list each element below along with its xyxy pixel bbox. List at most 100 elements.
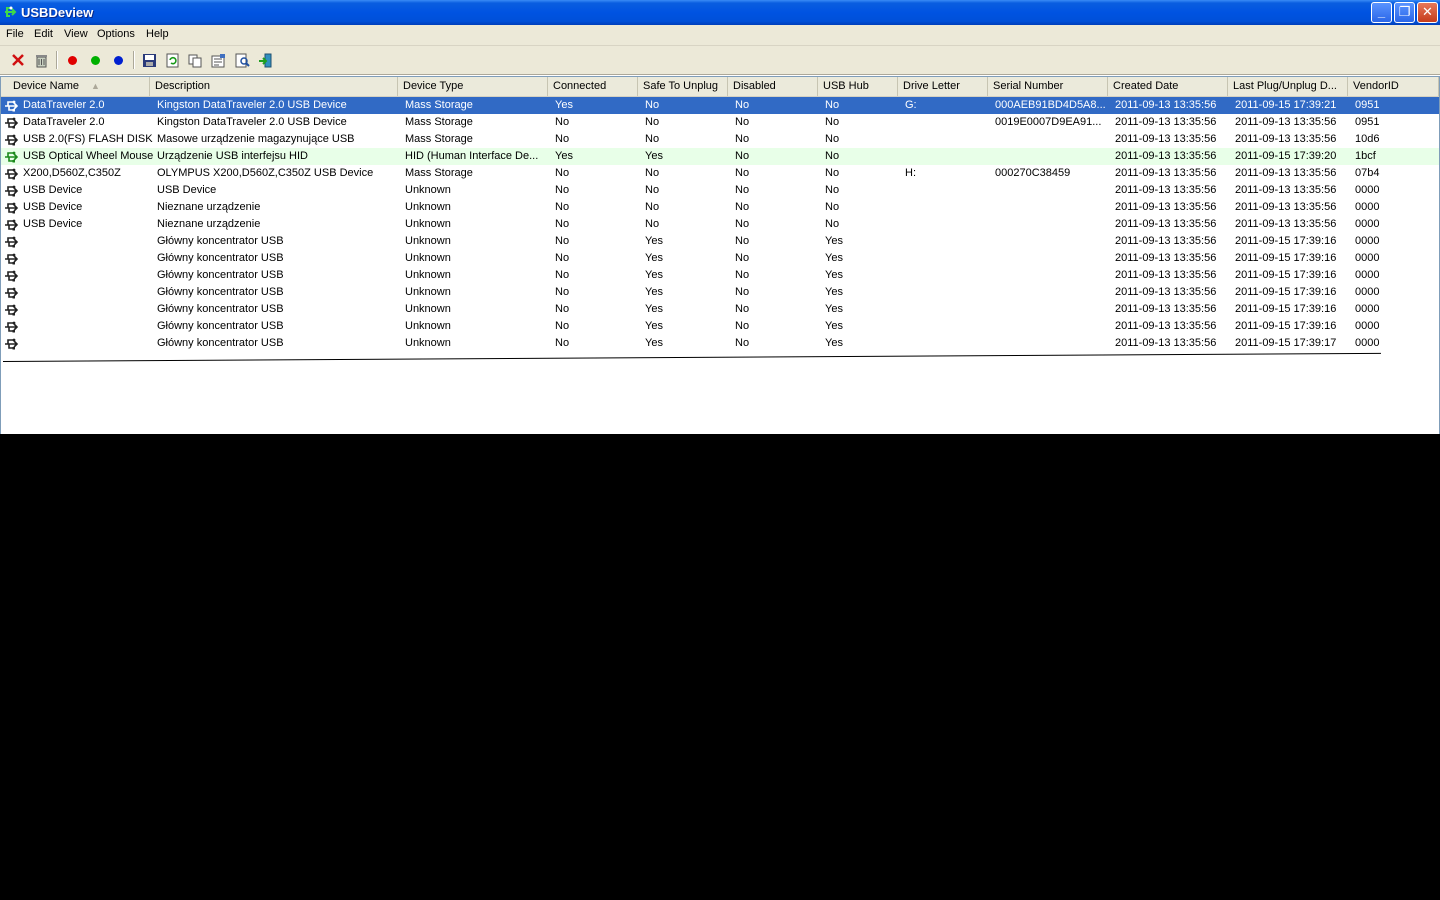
cell-created: 2011-09-13 13:35:56: [1115, 99, 1217, 111]
column-header-created-date[interactable]: Created Date: [1108, 77, 1228, 96]
table-row[interactable]: USB Device Nieznane urządzenie Unknown No No…: [1, 216, 1439, 233]
usb-device-icon: [5, 100, 19, 112]
cell-vendor: 0000: [1355, 235, 1380, 247]
table-row[interactable]: Główny koncentrator USB Unknown No Yes No Yes…: [1, 318, 1439, 335]
cell-drive: [905, 318, 990, 335]
cell-last: 2011-09-15 17:39:16: [1235, 269, 1337, 281]
table-row[interactable]: Główny koncentrator USB Unknown No Yes No Yes…: [1, 335, 1439, 352]
column-header-usb-hub[interactable]: USB Hub: [818, 77, 898, 96]
cell-desc: USB Device: [157, 184, 217, 196]
cell-desc: Kingston DataTraveler 2.0 USB Device: [157, 99, 347, 111]
cell-name: USB Device: [23, 218, 83, 230]
cell-name: [23, 233, 153, 250]
table-row[interactable]: Główny koncentrator USB Unknown No Yes No Yes…: [1, 267, 1439, 284]
cell-connected: No: [555, 252, 570, 264]
table-row[interactable]: Główny koncentrator USB Unknown No Yes No Yes…: [1, 233, 1439, 250]
cell-desc: Nieznane urządzenie: [157, 201, 261, 213]
cell-connected: No: [555, 116, 570, 128]
column-header-vendor-id[interactable]: VendorID: [1348, 77, 1439, 96]
column-header-device-name[interactable]: Device Name ▲: [8, 77, 150, 96]
cell-type: Mass Storage: [405, 116, 473, 128]
table-row[interactable]: USB Device Nieznane urządzenie Unknown No No…: [1, 199, 1439, 216]
cell-serial: [995, 148, 1105, 165]
menu-edit[interactable]: Edit: [34, 28, 53, 40]
cell-name: DataTraveler 2.0: [23, 116, 105, 128]
cell-serial: 000270C38459: [995, 167, 1071, 179]
list-header: Device Name ▲ Description Device Type Con…: [1, 77, 1439, 97]
menu-help[interactable]: Help: [146, 28, 169, 40]
reconnect-icon[interactable]: [109, 51, 127, 69]
cell-drive: [905, 114, 990, 131]
column-header-serial-number[interactable]: Serial Number: [988, 77, 1108, 96]
cell-desc: Główny koncentrator USB: [157, 286, 284, 298]
find-icon[interactable]: [233, 51, 251, 69]
cell-desc: Główny koncentrator USB: [157, 303, 284, 315]
cell-type: Unknown: [405, 235, 451, 247]
column-header-disabled[interactable]: Disabled: [728, 77, 818, 96]
cell-desc: Główny koncentrator USB: [157, 269, 284, 281]
sort-ascending-icon: ▲: [91, 81, 100, 91]
table-row[interactable]: Główny koncentrator USB Unknown No Yes No Yes…: [1, 284, 1439, 301]
cell-type: Unknown: [405, 218, 451, 230]
cell-serial: 0019E0007D9EA91...: [995, 116, 1102, 128]
copy-icon[interactable]: [186, 51, 204, 69]
table-row[interactable]: Główny koncentrator USB Unknown No Yes No Yes…: [1, 301, 1439, 318]
column-header-description[interactable]: Description: [150, 77, 398, 96]
cell-type: Mass Storage: [405, 99, 473, 111]
connect-icon[interactable]: [86, 51, 104, 69]
usb-device-icon: [5, 236, 19, 248]
toolbar-separator: [56, 51, 58, 69]
column-header-connected[interactable]: Connected: [548, 77, 638, 96]
cell-desc: Główny koncentrator USB: [157, 235, 284, 247]
table-row[interactable]: DataTraveler 2.0 Kingston DataTraveler 2.…: [1, 97, 1439, 114]
column-header-safe-to-unplug[interactable]: Safe To Unplug: [638, 77, 728, 96]
cell-desc: OLYMPUS X200,D560Z,C350Z USB Device: [157, 167, 374, 179]
table-row[interactable]: Główny koncentrator USB Unknown No Yes No Yes…: [1, 250, 1439, 267]
cell-serial: [995, 250, 1105, 267]
cell-type: Unknown: [405, 303, 451, 315]
cell-drive: [905, 284, 990, 301]
cell-serial: [995, 199, 1105, 216]
close-button[interactable]: ✕: [1417, 2, 1438, 23]
column-header-device-type[interactable]: Device Type: [398, 77, 548, 96]
disconnect-icon[interactable]: [63, 51, 81, 69]
cell-vendor: 0000: [1355, 184, 1380, 196]
cell-type: Unknown: [405, 286, 451, 298]
delete-icon[interactable]: [9, 51, 27, 69]
device-list[interactable]: Device Name ▲ Description Device Type Con…: [0, 76, 1440, 434]
properties-icon[interactable]: [209, 51, 227, 69]
uninstall-icon[interactable]: [32, 51, 50, 69]
title-bar[interactable]: USBDeview _ ❐ ✕: [0, 0, 1440, 25]
cell-hub: No: [825, 201, 840, 213]
table-row[interactable]: X200,D560Z,C350Z OLYMPUS X200,D560Z,C350Z…: [1, 165, 1439, 182]
cell-safe: Yes: [645, 235, 663, 247]
usb-device-icon: [5, 117, 19, 129]
cell-last: 2011-09-15 17:39:20: [1235, 150, 1337, 162]
save-icon[interactable]: [140, 51, 158, 69]
refresh-icon[interactable]: [163, 51, 181, 69]
table-row[interactable]: USB Device USB Device Unknown No No No No 2011-…: [1, 182, 1439, 199]
menu-options[interactable]: Options: [97, 28, 135, 40]
table-row[interactable]: USB 2.0(FS) FLASH DISK Masowe urządzenie …: [1, 131, 1439, 148]
cell-disabled: No: [735, 320, 750, 332]
cell-hub: No: [825, 150, 840, 162]
maximize-button[interactable]: ❐: [1394, 2, 1415, 23]
column-header-drive-letter[interactable]: Drive Letter: [898, 77, 988, 96]
table-row[interactable]: DataTraveler 2.0 Kingston DataTraveler 2.…: [1, 114, 1439, 131]
usb-device-icon: [5, 134, 19, 146]
cell-desc: Urządzenie USB interfejsu HID: [157, 150, 309, 162]
cell-vendor: 0951: [1355, 99, 1380, 111]
cell-created: 2011-09-13 13:35:56: [1115, 252, 1217, 264]
cell-disabled: No: [735, 116, 750, 128]
menu-file[interactable]: File: [6, 28, 24, 40]
menu-view[interactable]: View: [64, 28, 88, 40]
table-row[interactable]: USB Optical Wheel Mouse Urządzenie USB in…: [1, 148, 1439, 165]
cell-vendor: 10d6: [1355, 133, 1380, 145]
exit-icon[interactable]: [256, 51, 274, 69]
cell-vendor: 0000: [1355, 252, 1380, 264]
column-header-last-plug[interactable]: Last Plug/Unplug D...: [1228, 77, 1348, 96]
cell-desc: Kingston DataTraveler 2.0 USB Device: [157, 116, 347, 128]
minimize-button[interactable]: _: [1371, 2, 1392, 23]
cell-connected: No: [555, 218, 570, 230]
cell-safe: Yes: [645, 150, 663, 162]
